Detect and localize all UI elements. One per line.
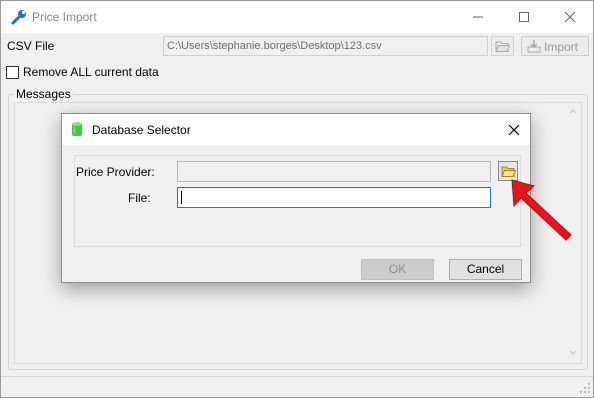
text-caret <box>181 191 182 204</box>
file-field[interactable] <box>177 187 491 208</box>
dialog-close-icon[interactable] <box>506 122 522 138</box>
folder-open-icon <box>495 41 511 52</box>
price-provider-field[interactable] <box>177 161 491 182</box>
csv-browse-button[interactable] <box>491 36 514 56</box>
dialog-title-bar: Database Selector <box>62 114 530 145</box>
messages-group-title: Messages <box>14 87 73 101</box>
maximize-icon <box>519 12 529 22</box>
database-icon <box>72 122 82 136</box>
import-label: Import <box>544 40 579 54</box>
window-title: Price Import <box>32 10 97 24</box>
resize-grip-icon[interactable] <box>579 382 591 394</box>
close-button[interactable] <box>547 1 593 33</box>
scroll-up-icon[interactable] <box>569 108 577 114</box>
ok-button[interactable]: OK <box>361 259 434 280</box>
cancel-button[interactable]: Cancel <box>449 259 522 280</box>
remove-all-label[interactable]: Remove ALL current data <box>23 65 159 79</box>
scroll-down-icon[interactable] <box>569 350 577 356</box>
dialog-title: Database Selector <box>92 123 191 137</box>
wrench-icon <box>11 10 26 25</box>
file-label: File: <box>128 191 151 205</box>
minimize-icon <box>473 16 483 18</box>
import-icon <box>527 40 541 53</box>
status-bar <box>1 376 593 397</box>
csv-path-field[interactable]: C:\Users\stephanie.borges\Desktop\123.cs… <box>163 36 488 56</box>
database-selector-dialog: Database Selector Price Provider: File: … <box>61 113 531 283</box>
remove-all-checkbox[interactable] <box>6 66 19 79</box>
import-button[interactable]: Import <box>521 36 589 56</box>
title-bar: Price Import <box>1 1 593 33</box>
close-icon <box>564 11 576 23</box>
price-provider-label: Price Provider: <box>76 165 155 179</box>
maximize-button[interactable] <box>501 1 547 33</box>
minimize-button[interactable] <box>455 1 501 33</box>
red-arrow-icon <box>511 179 572 241</box>
csv-file-label: CSV File <box>7 39 55 53</box>
